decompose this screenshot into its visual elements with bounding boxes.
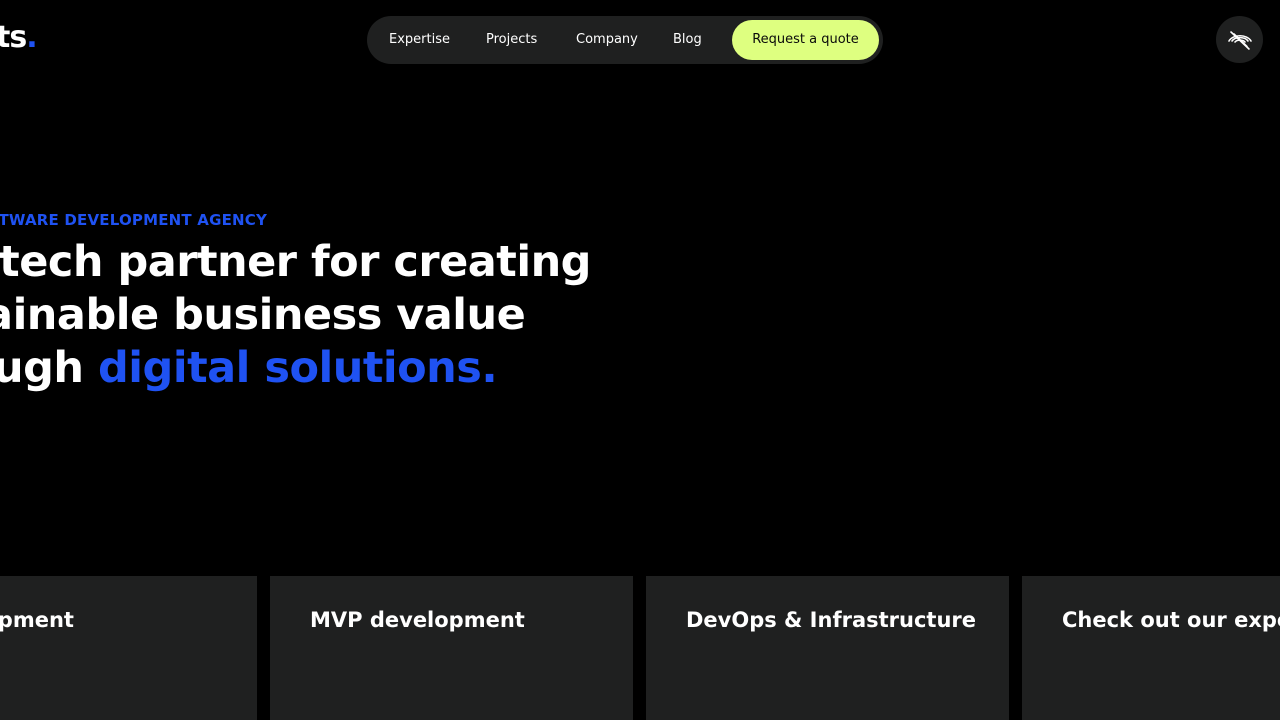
service-card-development[interactable]: evelopment: [0, 576, 257, 720]
nav-link-expertise[interactable]: Expertise: [389, 16, 450, 64]
hero-headline-line-2: tainable business value: [0, 290, 526, 340]
request-quote-button[interactable]: Request a quote: [732, 20, 879, 60]
hero-headline-line-1: r tech partner for creating: [0, 237, 591, 287]
service-card-devops-infrastructure[interactable]: DevOps & Infrastructure: [646, 576, 1009, 720]
nav-link-blog[interactable]: Blog: [673, 16, 702, 64]
hero-headline-line-3: ough digital solutions.: [0, 342, 564, 395]
main-nav: Expertise Projects Company Blog Request …: [367, 16, 883, 64]
hero-headline-accent: digital solutions.: [98, 343, 498, 393]
service-card-title: DevOps & Infrastructure: [686, 608, 976, 632]
hero-eyebrow: FTWARE DEVELOPMENT AGENCY: [0, 211, 268, 229]
nav-link-projects[interactable]: Projects: [486, 16, 537, 64]
eye-slash-icon: [1227, 30, 1252, 50]
service-card-check-out-expertise[interactable]: Check out our expertise: [1022, 576, 1280, 720]
logo[interactable]: ts.: [0, 20, 38, 56]
accessibility-toggle-button[interactable]: [1216, 16, 1263, 63]
nav-link-company[interactable]: Company: [576, 16, 638, 64]
service-card-title: Check out our expertise: [1062, 608, 1280, 632]
service-card-title: MVP development: [310, 608, 525, 632]
service-card-title: evelopment: [0, 608, 74, 632]
logo-text: ts: [0, 20, 27, 55]
hero-headline: r tech partner for creating tainable bus…: [0, 236, 591, 395]
page: ts. Expertise Projects Company Blog Requ…: [0, 0, 1280, 720]
logo-dot: .: [26, 20, 37, 55]
service-card-mvp-development[interactable]: MVP development: [270, 576, 633, 720]
hero-headline-line-3-prefix: ough: [0, 343, 84, 393]
